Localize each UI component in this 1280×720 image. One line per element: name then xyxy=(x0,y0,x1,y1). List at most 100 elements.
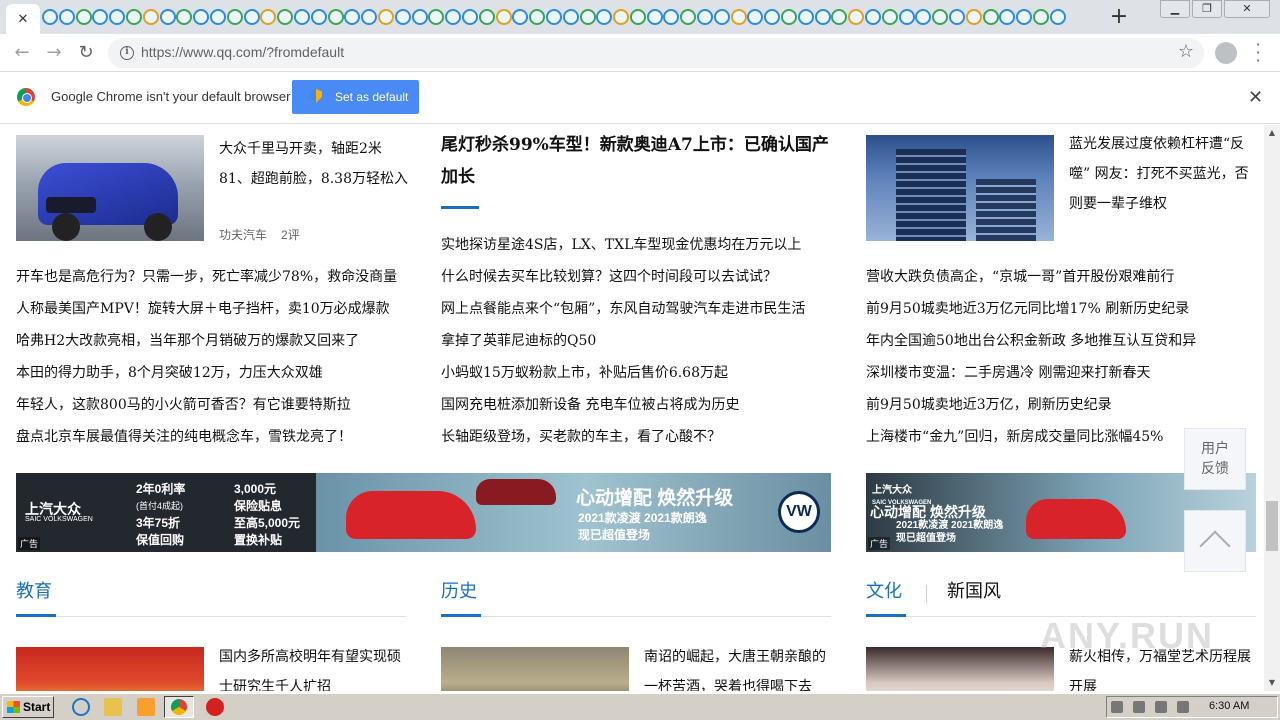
flag-icon[interactable] xyxy=(1177,701,1189,713)
tab-favicon-icon[interactable] xyxy=(260,9,277,25)
tab-favicon-icon[interactable] xyxy=(377,9,394,25)
scrollbar-thumb[interactable] xyxy=(1266,501,1278,551)
news-item[interactable]: 哈弗H2大改款亮相，当年那个月销破万的爆款又回来了 xyxy=(16,325,416,357)
tab-favicon-icon[interactable] xyxy=(747,9,764,25)
volkswagen-banner-ad[interactable]: 上汽大众 SAIC VOLKSWAGEN 2年0利率 (首付4成起) 3年75折… xyxy=(16,473,831,552)
news-item[interactable]: 深圳楼市变温：二手房遇冷 刚需迎来打新春天 xyxy=(866,357,1196,389)
tab-favicon-icon[interactable] xyxy=(344,9,361,25)
tab-favicon-icon[interactable] xyxy=(797,9,814,25)
tab-favicon-icon[interactable] xyxy=(579,9,596,25)
folder-icon[interactable] xyxy=(104,698,122,716)
news-item[interactable]: 上海楼市“金九”回归，新房成交量同比涨幅45% xyxy=(866,421,1196,453)
tab-favicon-icon[interactable] xyxy=(881,9,898,25)
minimize-button[interactable]: ▁ xyxy=(1160,0,1190,18)
news-item[interactable]: 营收大跌负债高企，“京城一哥”首开股份艰难前行 xyxy=(866,261,1196,293)
tab-favicon-icon[interactable] xyxy=(663,9,680,25)
tab-favicon-icon[interactable] xyxy=(898,9,915,25)
window-close-button[interactable]: ✕ xyxy=(1224,0,1270,18)
news-item[interactable]: 拿掉了英菲尼迪标的Q50 xyxy=(441,325,833,357)
news-item[interactable]: 网上点餐能点来个“包厢”，东风自动驾驶汽车走进市民生活 xyxy=(441,293,833,325)
menu-dots-icon[interactable]: · · · xyxy=(1250,37,1266,69)
tab-favicon-icon[interactable] xyxy=(596,9,613,25)
lead-source[interactable]: 功夫汽车 xyxy=(219,228,267,242)
tab-favicon-icon[interactable] xyxy=(243,9,260,25)
network-icon[interactable] xyxy=(1155,701,1167,713)
tab-favicon-icon[interactable] xyxy=(75,9,92,25)
media-player-icon[interactable] xyxy=(137,698,155,716)
back-arrow-icon[interactable]: ← xyxy=(10,41,34,65)
tab-favicon-icon[interactable] xyxy=(277,9,294,25)
news-item[interactable]: 年内全国逾50地出台公积金新政 多地推互认互贷和异地提取 xyxy=(866,325,1196,357)
news-item[interactable]: 什么时候去买车比较划算？这四个时间段可以去试试？ xyxy=(441,261,833,293)
tab-favicon-icon[interactable] xyxy=(562,9,579,25)
left-lead-title[interactable]: 大众千里马开卖，轴距2米81、超跑前脸，8.38万轻松入 xyxy=(219,134,409,194)
tab-favicon-icon[interactable] xyxy=(159,9,176,25)
scroll-up-arrow-icon[interactable]: ▲ xyxy=(1264,125,1280,141)
news-item[interactable]: 前9月50城卖地近3万亿元同比增17% 刷新历史纪录 xyxy=(866,293,1196,325)
right-lead-title[interactable]: 蓝光发展过度依赖杠杆遭“反噬” 网友：打死不买蓝光，否则要一辈子维权 xyxy=(1069,129,1261,219)
tab-favicon-icon[interactable] xyxy=(478,9,495,25)
tab-favicon-icon[interactable] xyxy=(1016,9,1033,25)
tab-favicon-icon[interactable] xyxy=(915,9,932,25)
tab-favicon-icon[interactable] xyxy=(814,9,831,25)
tab-favicon-icon[interactable] xyxy=(327,9,344,25)
news-item[interactable]: 实地探访星途4S店，LX、TXL车型现金优惠均在万元以上 xyxy=(441,229,833,261)
tab-favicon-icon[interactable] xyxy=(764,9,781,25)
education-title[interactable]: 国内多所高校明年有望实现硕士研究生千人扩招 xyxy=(219,642,409,691)
profile-avatar-icon[interactable] xyxy=(1215,42,1237,64)
culture-thumbnail-image[interactable] xyxy=(866,647,1054,691)
tab-favicon-icon[interactable] xyxy=(461,9,478,25)
news-item[interactable]: 长轴距级登场，买老款的车主，看了心酸不？ xyxy=(441,421,833,453)
forward-arrow-icon[interactable]: → xyxy=(42,41,66,65)
car-thumbnail-image[interactable] xyxy=(16,135,204,241)
tab-favicon-icon[interactable] xyxy=(646,9,663,25)
tab-culture[interactable]: 文化 xyxy=(866,577,902,607)
tab-favicon-icon[interactable] xyxy=(781,9,798,25)
tab-favicon-icon[interactable] xyxy=(193,9,210,25)
tab-favicon-icon[interactable] xyxy=(848,9,865,25)
site-info-icon[interactable]: i xyxy=(120,46,134,60)
tab-favicon-icon[interactable] xyxy=(1049,9,1066,25)
tab-favicon-icon[interactable] xyxy=(932,9,949,25)
tab-favicon-icon[interactable] xyxy=(965,9,982,25)
internet-explorer-icon[interactable] xyxy=(72,698,90,716)
tab-favicon-icon[interactable] xyxy=(58,9,75,25)
set-as-default-button[interactable]: Set as default xyxy=(292,80,419,114)
tab-favicon-icon[interactable] xyxy=(42,9,58,25)
scroll-down-arrow-icon[interactable]: ▼ xyxy=(1264,675,1280,691)
tab-favicon-icon[interactable] xyxy=(865,9,882,25)
tab-favicon-icon[interactable] xyxy=(394,9,411,25)
new-tab-button[interactable]: + xyxy=(1106,4,1132,30)
tab-favicon-icon[interactable] xyxy=(209,9,226,25)
infobar-close-icon[interactable]: ✕ xyxy=(1248,87,1263,108)
tab-favicon-icon[interactable] xyxy=(982,9,999,25)
news-item[interactable]: 开车也是高危行为？只需一步，死亡率减少78%，救命没商量 xyxy=(16,261,416,293)
tab-favicon-icon[interactable] xyxy=(629,9,646,25)
tab-favicon-icon[interactable] xyxy=(697,9,714,25)
news-item[interactable]: 国网充电桩添加新设备 充电车位被占将成为历史 xyxy=(441,389,833,421)
close-tab-icon[interactable]: ✕ xyxy=(18,12,29,27)
tab-favicon-icon[interactable] xyxy=(831,9,848,25)
reload-icon[interactable]: ↻ xyxy=(74,41,98,65)
back-to-top-button[interactable] xyxy=(1184,510,1246,572)
tab-favicon-icon[interactable] xyxy=(613,9,630,25)
tab-favicon-icon[interactable] xyxy=(545,9,562,25)
tab-favicon-icon[interactable] xyxy=(428,9,445,25)
news-item[interactable]: 人称最美国产MPV！旋转大屏＋电子挡杆，卖10万必成爆款 xyxy=(16,293,416,325)
url-text[interactable]: https://www.qq.com/?fromdefault xyxy=(141,44,344,60)
active-tab[interactable]: ✕ xyxy=(6,4,40,34)
tab-favicon-icon[interactable] xyxy=(293,9,310,25)
tab-favicon-icon[interactable] xyxy=(999,9,1016,25)
chrome-taskbar-icon[interactable] xyxy=(164,696,194,718)
tab-favicon-icon[interactable] xyxy=(310,9,327,25)
building-thumbnail-image[interactable] xyxy=(866,135,1054,241)
volume-icon[interactable] xyxy=(1133,701,1145,713)
history-title[interactable]: 南诏的崛起，大唐王朝亲酿的一杯苦酒，哭着也得喝下去 xyxy=(644,642,834,691)
tab-favicon-icon[interactable] xyxy=(949,9,966,25)
news-item[interactable]: 本田的得力助手，8个月突破12万，力压大众双雄 xyxy=(16,357,416,389)
restore-button[interactable]: ❐ xyxy=(1192,0,1222,18)
tab-favicon-icon[interactable] xyxy=(1033,9,1050,25)
bookmark-star-icon[interactable]: ☆ xyxy=(1178,41,1194,62)
tab-favicon-icon[interactable] xyxy=(142,9,159,25)
tab-favicon-icon[interactable] xyxy=(125,9,142,25)
